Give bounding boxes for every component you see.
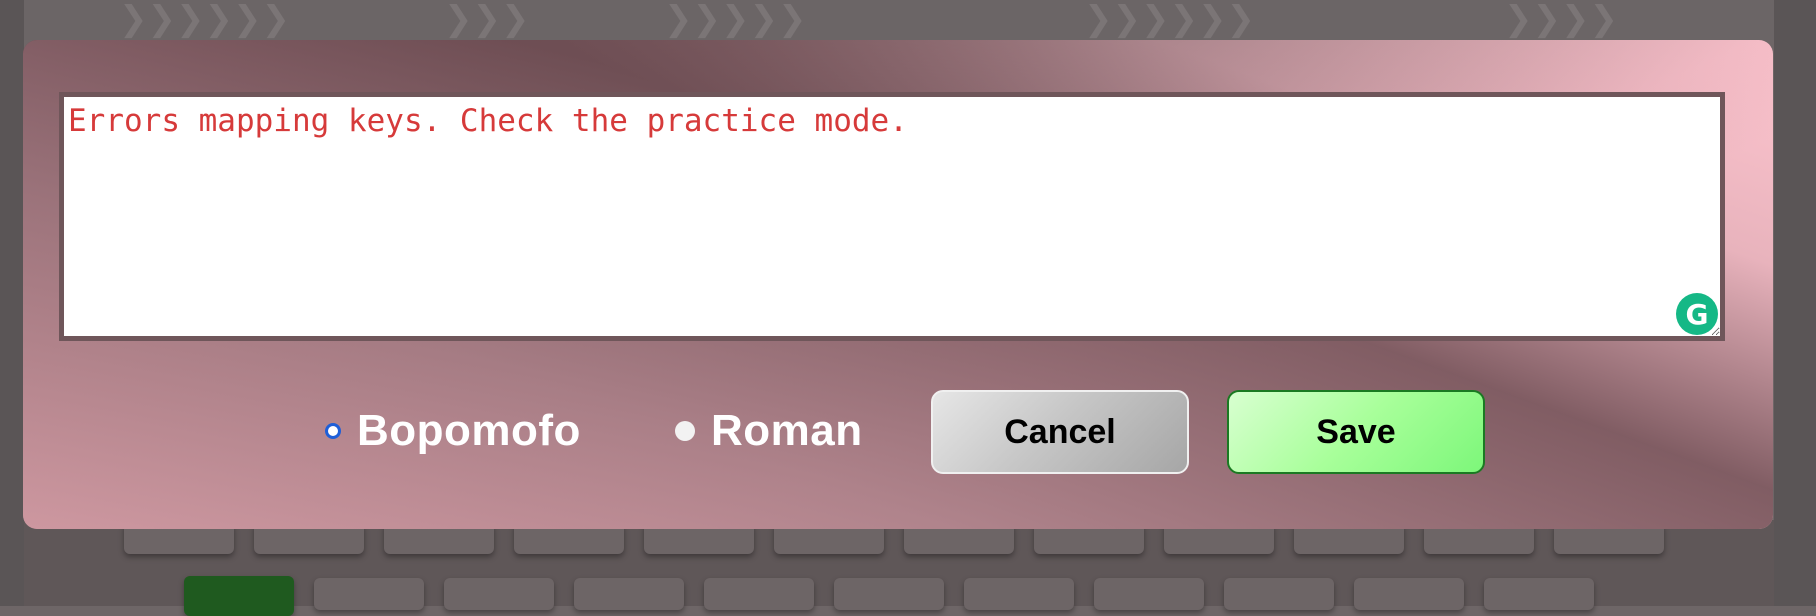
- radio-label-roman[interactable]: Roman: [711, 406, 863, 456]
- keyboard-key: [834, 578, 944, 610]
- cancel-button[interactable]: Cancel: [931, 390, 1189, 474]
- keyboard-key: [1484, 578, 1594, 610]
- keyboard-key: [1094, 578, 1204, 610]
- keyboard-key: [1354, 578, 1464, 610]
- message-textarea[interactable]: Errors mapping keys. Check the practice …: [59, 92, 1725, 341]
- radio-option-roman[interactable]: Roman: [675, 406, 863, 456]
- radio-option-bopomofo[interactable]: Bopomofo: [325, 406, 581, 456]
- chevron-decoration-icon: ❯❯❯❯: [1504, 0, 1618, 39]
- chevron-decoration-icon: ❯❯❯❯❯: [664, 0, 807, 39]
- keyboard-key: [574, 578, 684, 610]
- radio-selected-icon[interactable]: [325, 423, 341, 439]
- keyboard-key: [964, 578, 1074, 610]
- keyboard-key: [314, 578, 424, 610]
- chevron-decoration-icon: ❯❯❯: [444, 0, 530, 39]
- backdrop-right-edge: [1774, 0, 1816, 606]
- key-mapping-dialog: Errors mapping keys. Check the practice …: [23, 40, 1773, 529]
- keyboard-body: [24, 520, 1774, 616]
- grammarly-icon[interactable]: G: [1676, 293, 1718, 335]
- chevron-decoration-icon: ❯❯❯❯❯❯: [1084, 0, 1255, 39]
- save-button[interactable]: Save: [1227, 390, 1485, 474]
- keyboard-key: [1224, 578, 1334, 610]
- keyboard-key: [444, 578, 554, 610]
- keyboard-key: [704, 578, 814, 610]
- keyboard-key-highlighted: [184, 576, 294, 616]
- radio-label-bopomofo[interactable]: Bopomofo: [357, 406, 581, 456]
- chevron-decoration-icon: ❯❯❯❯❯❯: [119, 0, 290, 39]
- backdrop-top-row: ❯❯❯❯❯❯ ❯❯❯ ❯❯❯❯❯ ❯❯❯❯❯❯ ❯❯❯❯: [24, 0, 1774, 40]
- backdrop-left-edge: [0, 0, 24, 606]
- radio-unselected-icon[interactable]: [675, 421, 695, 441]
